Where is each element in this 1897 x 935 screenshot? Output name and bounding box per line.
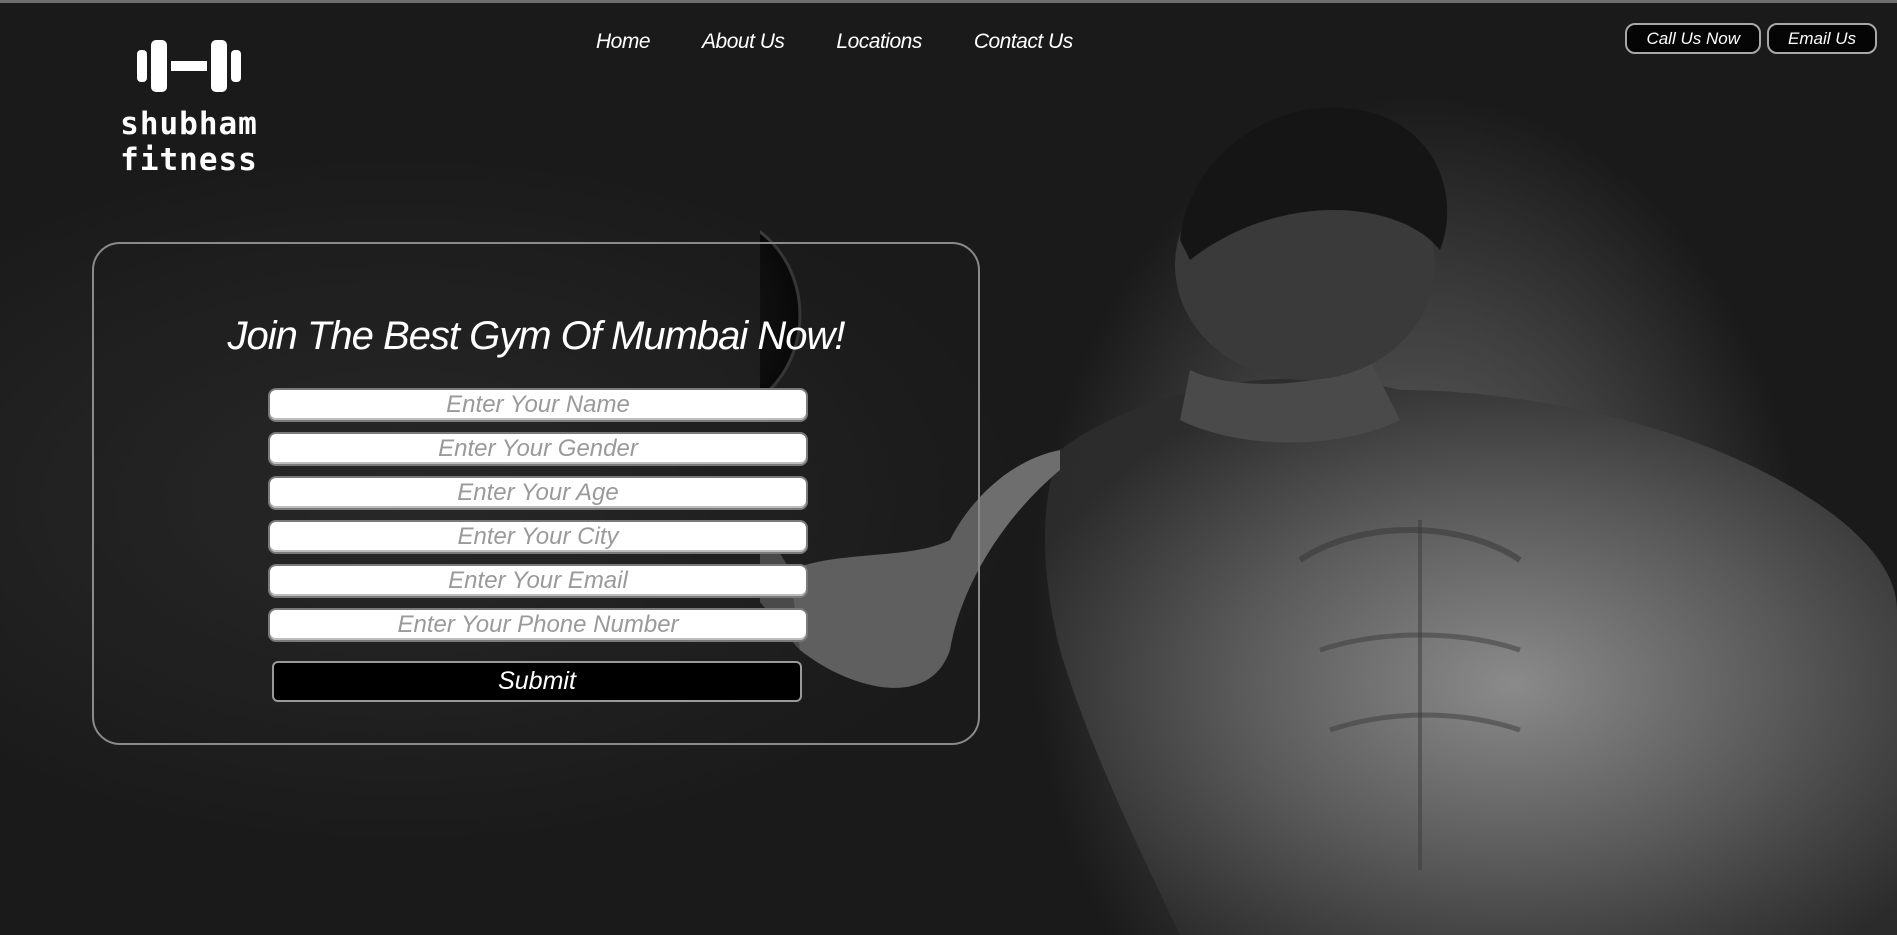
form-title: Join The Best Gym Of Mumbai Now! xyxy=(227,314,845,358)
city-input[interactable] xyxy=(268,520,808,554)
nav-item-locations[interactable]: Locations xyxy=(836,30,922,54)
header-actions: Call Us Now Email Us xyxy=(1625,23,1877,54)
brand-name: shubham fitness xyxy=(120,106,258,178)
email-us-button[interactable]: Email Us xyxy=(1766,23,1877,54)
gender-input[interactable] xyxy=(268,432,808,466)
phone-input[interactable] xyxy=(268,608,808,642)
age-input[interactable] xyxy=(268,476,808,510)
landing-page: shubham fitness Home About Us Locations … xyxy=(0,0,1897,935)
dumbbell-icon xyxy=(137,40,241,92)
name-input[interactable] xyxy=(268,388,808,422)
submit-button[interactable]: Submit xyxy=(272,661,802,702)
nav-item-about-us[interactable]: About Us xyxy=(702,30,785,54)
nav-item-contact-us[interactable]: Contact Us xyxy=(974,30,1073,54)
main-nav: Home About Us Locations Contact Us xyxy=(596,30,1073,54)
form-fields xyxy=(268,388,808,652)
nav-item-home[interactable]: Home xyxy=(596,30,651,54)
brand-logo[interactable]: shubham fitness xyxy=(44,38,334,178)
call-us-button[interactable]: Call Us Now xyxy=(1625,23,1761,54)
email-input[interactable] xyxy=(268,564,808,598)
signup-form-card: Join The Best Gym Of Mumbai Now! Submit xyxy=(92,242,980,745)
top-border xyxy=(0,0,1897,3)
